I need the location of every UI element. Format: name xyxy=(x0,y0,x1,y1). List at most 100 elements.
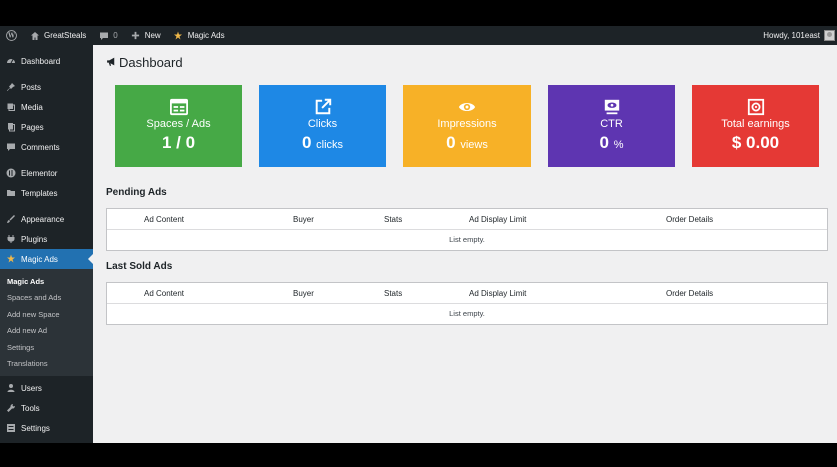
stat-value: 1 / 0 xyxy=(161,133,196,152)
stat-card-label: Total earnings xyxy=(721,118,790,130)
stat-value: $ 0.00 xyxy=(731,133,780,152)
plug-icon xyxy=(6,234,16,244)
stat-card-impressions: Impressions 0 views xyxy=(403,85,531,167)
submenu-item-add-new-space[interactable]: Add new Space xyxy=(0,306,93,323)
stat-card-ctr: CTR 0 % xyxy=(548,85,675,167)
elementor-icon xyxy=(6,168,16,178)
stat-card-total-earnings: Total earnings $ 0.00 xyxy=(692,85,819,167)
account-menu[interactable]: Howdy, 101east xyxy=(757,26,837,45)
users-icon xyxy=(6,383,16,393)
stat-card-value: 0 clicks xyxy=(259,133,386,153)
page-title-text: Dashboard xyxy=(119,55,183,70)
stat-unit: clicks xyxy=(316,139,344,151)
empty-list-message: List empty. xyxy=(449,235,485,244)
dashboard-icon xyxy=(6,56,16,66)
megaphone-icon xyxy=(106,55,117,70)
stat-value: 0 xyxy=(599,133,609,152)
sidebar-item-settings[interactable]: Settings xyxy=(0,418,93,438)
stat-card-label: Clicks xyxy=(307,118,338,130)
stat-card-value: 1 / 0 xyxy=(115,133,242,153)
column-header: Buyer xyxy=(293,215,314,224)
admin-bar: W GreatSteals 0 New Magic Ads Howdy, 101… xyxy=(0,26,837,45)
wrench-icon xyxy=(6,403,16,413)
submenu-item-spaces-and-ads[interactable]: Spaces and Ads xyxy=(0,290,93,307)
submenu-item-magic-ads[interactable]: Magic Ads xyxy=(0,273,93,290)
pin-icon xyxy=(6,82,16,92)
last-sold-ads-table: Ad Content Buyer Stats Ad Display Limit … xyxy=(106,282,828,325)
avatar xyxy=(824,30,835,41)
safe-icon xyxy=(747,98,765,116)
magic-wand-star-icon xyxy=(173,30,184,41)
submenu-item-translations[interactable]: Translations xyxy=(0,356,93,373)
sidebar-item-media[interactable]: Media xyxy=(0,97,93,117)
sidebar-item-label: Posts xyxy=(21,82,42,92)
folder-icon xyxy=(6,188,16,198)
sidebar-item-templates[interactable]: Templates xyxy=(0,183,93,203)
site-name: GreatSteals xyxy=(44,31,87,40)
sidebar-item-label: Pages xyxy=(21,122,44,132)
stat-card-clicks: Clicks 0 clicks xyxy=(259,85,386,167)
column-header: Stats xyxy=(384,215,403,224)
stat-card-spaces-ads: Spaces / Ads 1 / 0 xyxy=(115,85,242,167)
sidebar-item-comments[interactable]: Comments xyxy=(0,137,93,157)
site-name-link[interactable]: GreatSteals xyxy=(23,26,92,45)
magic-ads-bar-link[interactable]: Magic Ads xyxy=(167,26,231,45)
stat-unit: views xyxy=(460,139,488,151)
sidebar-item-label: Elementor xyxy=(21,168,58,178)
page-title: Dashboard xyxy=(106,55,183,70)
sidebar-item-pages[interactable]: Pages xyxy=(0,117,93,137)
admin-sidebar: Dashboard Posts Media Pages Comments Ele… xyxy=(0,45,93,443)
sidebar-item-tools[interactable]: Tools xyxy=(0,398,93,418)
pending-ads-table: Ad Content Buyer Stats Ad Display Limit … xyxy=(106,208,828,251)
main-content: Dashboard Spaces / Ads 1 / 0 Clicks 0 cl… xyxy=(93,45,837,443)
sidebar-item-label: Appearance xyxy=(21,214,65,224)
sidebar-item-magic-ads[interactable]: Magic Ads xyxy=(0,249,93,269)
stat-unit: % xyxy=(613,139,624,151)
comments-count: 0 xyxy=(113,31,118,40)
sidebar-item-posts[interactable]: Posts xyxy=(0,77,93,97)
home-icon xyxy=(29,30,40,41)
sidebar-item-label: Settings xyxy=(21,423,50,433)
sidebar-item-label: Users xyxy=(21,383,42,393)
sidebar-item-users[interactable]: Users xyxy=(0,378,93,398)
sidebar-item-appearance[interactable]: Appearance xyxy=(0,209,93,229)
sidebar-item-dashboard[interactable]: Dashboard xyxy=(0,51,93,71)
column-header: Buyer xyxy=(293,289,314,298)
sidebar-item-plugins[interactable]: Plugins xyxy=(0,229,93,249)
column-header: Ad Content xyxy=(144,289,185,298)
sidebar-item-label: Comments xyxy=(21,142,60,152)
stat-card-label: Spaces / Ads xyxy=(146,118,211,130)
sidebar-item-label: Templates xyxy=(21,188,58,198)
sidebar-item-label: Media xyxy=(21,102,43,112)
comment-bubble-icon xyxy=(98,30,109,41)
pending-ads-title: Pending Ads xyxy=(106,187,167,198)
svg-text:W: W xyxy=(7,33,15,40)
star-icon xyxy=(6,254,16,264)
column-header: Ad Content xyxy=(144,215,185,224)
comments-link[interactable]: 0 xyxy=(92,26,123,45)
eye-icon xyxy=(458,98,476,116)
table-header: Ad Content Buyer Stats Ad Display Limit … xyxy=(107,283,827,304)
howdy-greeting: Howdy, 101east xyxy=(763,31,820,40)
wordpress-logo-button[interactable]: W xyxy=(0,26,23,45)
sidebar-item-elementor[interactable]: Elementor xyxy=(0,163,93,183)
submenu-item-settings[interactable]: Settings xyxy=(0,339,93,356)
pages-icon xyxy=(6,122,16,132)
new-content-button[interactable]: New xyxy=(124,26,167,45)
stat-card-label: Impressions xyxy=(437,118,497,130)
column-header: Order Details xyxy=(666,215,714,224)
sidebar-item-label: Tools xyxy=(21,403,40,413)
stat-value: 0 xyxy=(446,133,456,152)
column-header: Stats xyxy=(384,289,403,298)
new-label: New xyxy=(144,31,161,40)
sidebar-item-label: Magic Ads xyxy=(21,254,58,264)
empty-list-message: List empty. xyxy=(449,309,485,318)
media-icon xyxy=(6,102,16,112)
submenu-item-add-new-ad[interactable]: Add new Ad xyxy=(0,323,93,340)
brush-icon xyxy=(6,214,16,224)
comments-icon xyxy=(6,142,16,152)
wordpress-icon: W xyxy=(6,30,17,41)
column-header: Ad Display Limit xyxy=(469,215,527,224)
table-header: Ad Content Buyer Stats Ad Display Limit … xyxy=(107,209,827,230)
column-header: Order Details xyxy=(666,289,714,298)
